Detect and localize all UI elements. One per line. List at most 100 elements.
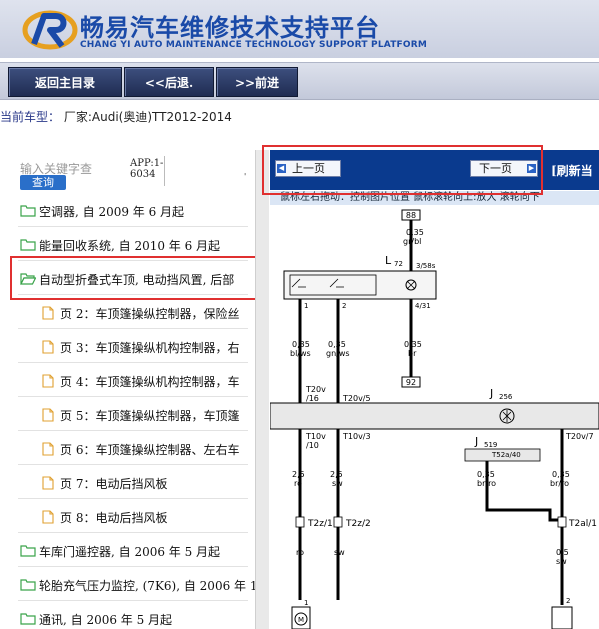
search-button[interactable]: 查询 bbox=[20, 175, 66, 190]
svg-text:gn/ws: gn/ws bbox=[326, 349, 350, 358]
tree-item-label: 轮胎充气压力监控, (7K6), 自 2006 年 1 bbox=[39, 579, 255, 593]
tree-folder-item[interactable]: 空调器, 自 2009 年 6 月起 bbox=[0, 201, 255, 221]
svg-text:0,35: 0,35 bbox=[404, 340, 422, 349]
page-icon bbox=[42, 408, 54, 425]
svg-text:T52a/40: T52a/40 bbox=[491, 451, 521, 459]
divider bbox=[18, 362, 248, 363]
wiring-diagram[interactable]: 88 0,35 gr/bl L 72 3/58s 1 2 4/31 0,35 b… bbox=[270, 205, 599, 629]
refresh-link[interactable]: [刷新当 bbox=[551, 162, 593, 179]
tree-page-item[interactable]: 页 2：车顶篷操纵控制器，保险丝 bbox=[0, 303, 255, 323]
j256-label: J bbox=[489, 387, 493, 400]
svg-text:T10v: T10v bbox=[305, 432, 326, 441]
svg-text:sw: sw bbox=[332, 479, 343, 488]
svg-text:2: 2 bbox=[342, 302, 346, 310]
app-header: 畅易汽车维修技术支持平台 CHANG YI AUTO MAINTENANCE T… bbox=[0, 0, 599, 58]
svg-text:T20v/7: T20v/7 bbox=[565, 432, 594, 441]
svg-text:J: J bbox=[474, 435, 478, 448]
tree-item-label: 页 7：电动后挡风板 bbox=[60, 477, 168, 491]
svg-text:0,35: 0,35 bbox=[406, 228, 424, 237]
tree-page-item[interactable]: 页 7：电动后挡风板 bbox=[0, 473, 255, 493]
tree-page-item[interactable]: 页 8：电动后挡风板 bbox=[0, 507, 255, 527]
svg-text:T2z/2: T2z/2 bbox=[345, 519, 371, 529]
divider bbox=[18, 328, 248, 329]
svg-text:3/58s: 3/58s bbox=[416, 262, 436, 270]
svg-text:/16: /16 bbox=[306, 394, 319, 403]
tree-item-label: 通讯, 自 2006 年 5 月起 bbox=[39, 613, 173, 627]
divider bbox=[18, 566, 248, 567]
brand-title: 畅易汽车维修技术支持平台 bbox=[80, 14, 380, 42]
tree-item-label: 页 3：车顶篷操纵机构控制器，右 bbox=[60, 341, 240, 355]
svg-text:256: 256 bbox=[499, 393, 513, 401]
svg-text:gr/bl: gr/bl bbox=[403, 237, 421, 246]
tree-page-item[interactable]: 页 6：车顶篷操纵控制器、左右车 bbox=[0, 439, 255, 459]
logo-icon bbox=[22, 10, 78, 50]
tree-item-label: 能量回收系统, 自 2010 年 6 月起 bbox=[39, 239, 221, 253]
divider bbox=[18, 498, 248, 499]
svg-text:ro: ro bbox=[294, 479, 302, 488]
relay-label: L bbox=[385, 254, 392, 267]
page-icon bbox=[42, 510, 54, 527]
current-model-label: 当前车型： bbox=[0, 110, 61, 124]
divider bbox=[164, 156, 165, 186]
tree-folder-item[interactable]: 通讯, 自 2006 年 5 月起 bbox=[0, 609, 255, 629]
divider bbox=[18, 396, 248, 397]
svg-text:T10v/3: T10v/3 bbox=[342, 432, 371, 441]
svg-text:sw: sw bbox=[334, 548, 345, 557]
svg-text:72: 72 bbox=[394, 260, 403, 268]
back-button[interactable]: <<后退. bbox=[124, 67, 214, 97]
svg-text:0,35: 0,35 bbox=[328, 340, 346, 349]
svg-text:T2al/1: T2al/1 bbox=[568, 519, 597, 529]
tree-item-label: 页 4：车顶篷操纵机构控制器，车 bbox=[60, 375, 240, 389]
highlight-box-tree bbox=[10, 256, 262, 300]
tree-page-item[interactable]: 页 4：车顶篷操纵机构控制器，车 bbox=[0, 371, 255, 391]
svg-text:92: 92 bbox=[406, 378, 416, 387]
page-icon bbox=[42, 306, 54, 323]
tree-folder-item[interactable]: 车库门遥控器, 自 2006 年 5 月起 bbox=[0, 541, 255, 561]
svg-text:0,35: 0,35 bbox=[477, 470, 495, 479]
folder-icon bbox=[20, 204, 36, 220]
tree-item-label: 页 6：车顶篷操纵控制器、左右车 bbox=[60, 443, 240, 457]
svg-text:0,5: 0,5 bbox=[556, 548, 569, 557]
folder-icon bbox=[20, 612, 36, 628]
fuse-label: 88 bbox=[406, 211, 416, 220]
svg-text:M: M bbox=[298, 616, 304, 624]
divider bbox=[18, 226, 248, 227]
page-icon bbox=[42, 476, 54, 493]
app-version: APP:1- 6034 bbox=[130, 158, 164, 180]
tree-folder-item[interactable]: 轮胎充气压力监控, (7K6), 自 2006 年 1 bbox=[0, 575, 255, 595]
folder-icon bbox=[20, 578, 36, 594]
folder-icon bbox=[20, 544, 36, 560]
folder-icon bbox=[20, 238, 36, 254]
svg-text:bl/ws: bl/ws bbox=[290, 349, 311, 358]
tree-item-label: 页 2：车顶篷操纵控制器，保险丝 bbox=[60, 307, 240, 321]
tiny-mark: ' bbox=[244, 172, 247, 181]
svg-text:1: 1 bbox=[304, 302, 308, 310]
divider bbox=[18, 464, 248, 465]
divider bbox=[18, 600, 248, 601]
tree-page-item[interactable]: 页 5：车顶篷操纵控制器，车顶篷 bbox=[0, 405, 255, 425]
svg-text:sw: sw bbox=[556, 557, 567, 566]
page-icon bbox=[42, 340, 54, 357]
svg-text:2: 2 bbox=[566, 597, 570, 605]
tree-item-label: 车库门遥控器, 自 2006 年 5 月起 bbox=[39, 545, 221, 559]
svg-text:2,5: 2,5 bbox=[292, 470, 305, 479]
forward-button[interactable]: >>前进 bbox=[216, 67, 298, 97]
tree-folder-item[interactable]: 能量回收系统, 自 2010 年 6 月起 bbox=[0, 235, 255, 255]
panel-splitter[interactable] bbox=[255, 150, 269, 629]
page-icon bbox=[42, 442, 54, 459]
tree-item-label: 页 8：电动后挡风板 bbox=[60, 511, 168, 525]
svg-text:1: 1 bbox=[304, 599, 308, 607]
brand-subtitle: CHANG YI AUTO MAINTENANCE TECHNOLOGY SUP… bbox=[80, 40, 428, 50]
tree-page-item[interactable]: 页 3：车顶篷操纵机构控制器，右 bbox=[0, 337, 255, 357]
page-icon bbox=[42, 374, 54, 391]
tree-item-label: 空调器, 自 2009 年 6 月起 bbox=[39, 205, 185, 219]
svg-text:br/ro: br/ro bbox=[550, 479, 569, 488]
svg-text:ro: ro bbox=[296, 548, 304, 557]
svg-text:0,35: 0,35 bbox=[292, 340, 310, 349]
svg-text:/10: /10 bbox=[306, 441, 319, 450]
current-model: 当前车型： 厂家:Audi(奥迪)TT2012-2014 bbox=[0, 108, 232, 125]
svg-text:T20v/5: T20v/5 bbox=[342, 394, 371, 403]
home-button[interactable]: 返回主目录 bbox=[8, 67, 122, 97]
divider bbox=[18, 532, 248, 533]
tree-item-label: 页 5：车顶篷操纵控制器，车顶篷 bbox=[60, 409, 240, 423]
